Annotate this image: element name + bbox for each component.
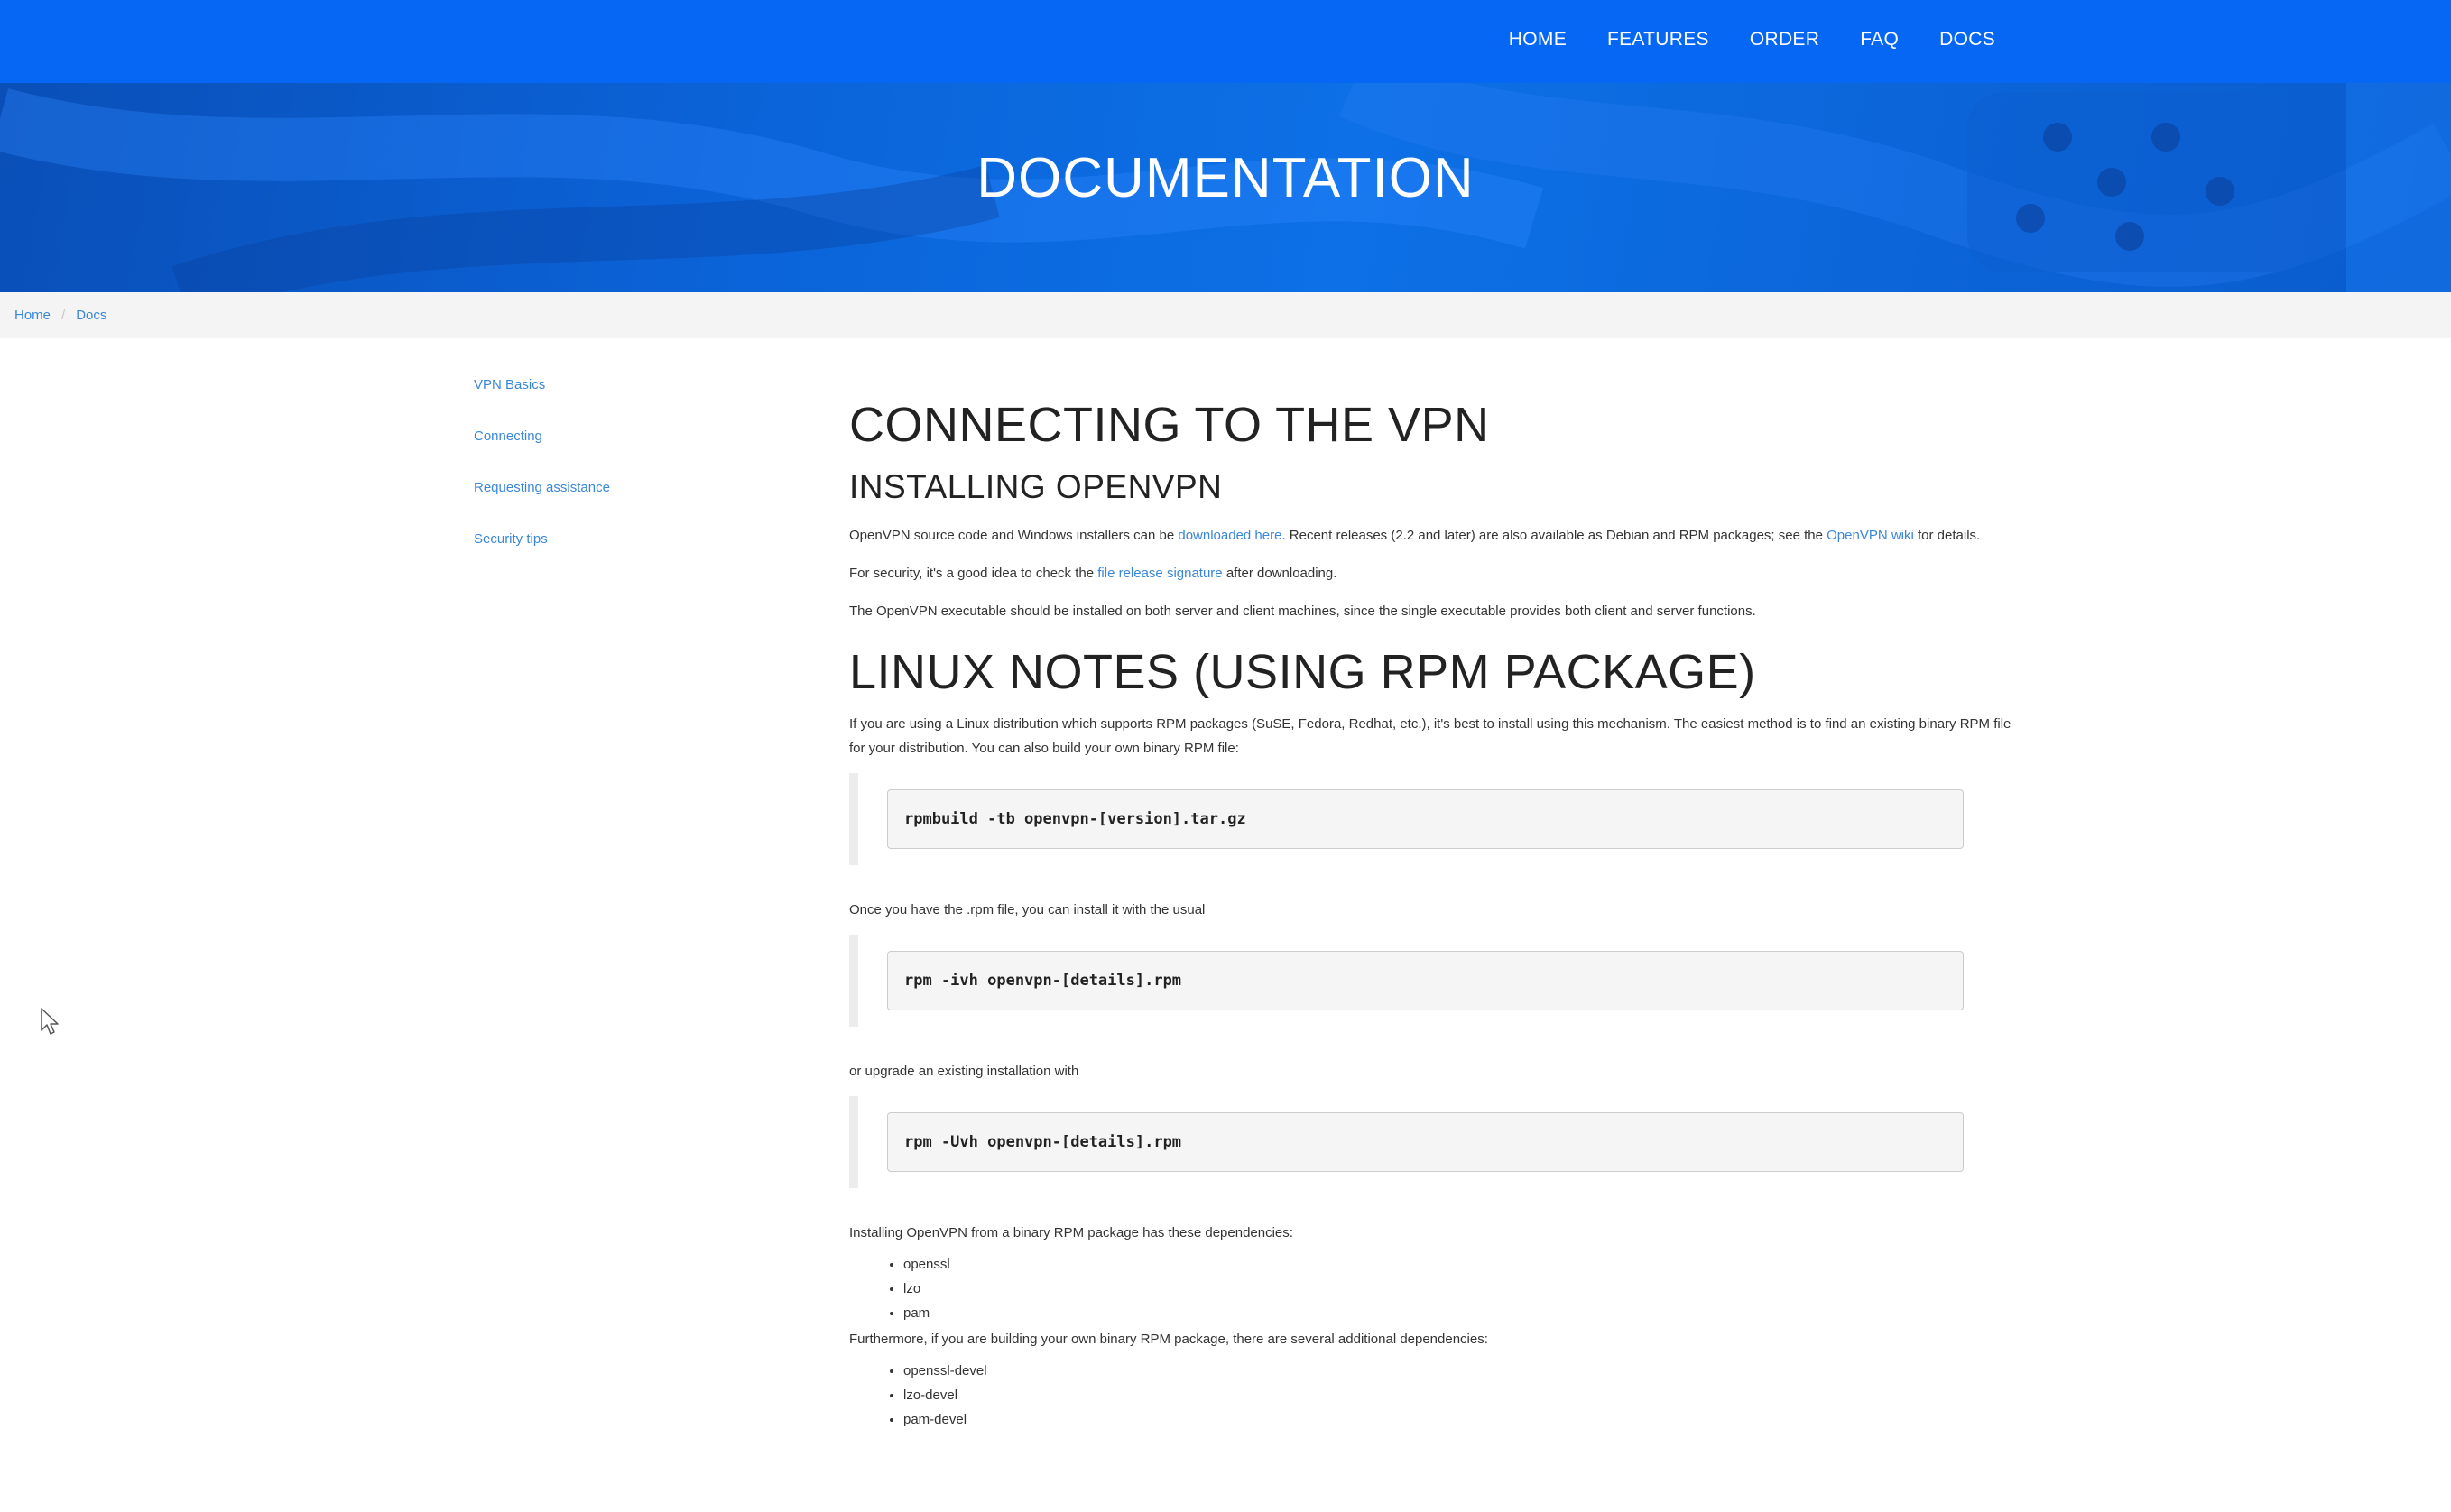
main-nav: HOME FEATURES ORDER FAQ DOCS [1509, 0, 1995, 79]
build-dependency-list: openssl-devel lzo-devel pam-devel [849, 1359, 2013, 1432]
text: OpenVPN source code and Windows installe… [849, 528, 1179, 543]
paragraph-executable: The OpenVPN executable should be install… [849, 604, 1756, 619]
nav-order[interactable]: ORDER [1750, 29, 1819, 51]
code-blockquote: rpm -ivh openvpn-[details].rpm [849, 935, 2013, 1027]
nav-docs[interactable]: DOCS [1939, 29, 1995, 51]
mouse-cursor-icon [41, 1008, 59, 1035]
code-block-rpm-install: rpm -ivh openvpn-[details].rpm [887, 951, 1964, 1010]
breadcrumb-home[interactable]: Home [14, 308, 51, 323]
list-item: pam [903, 1301, 2013, 1325]
paragraph-dependencies: Installing OpenVPN from a binary RPM pac… [849, 1225, 1293, 1240]
list-item: lzo [903, 1277, 2013, 1301]
code-blockquote: rpm -Uvh openvpn-[details].rpm [849, 1096, 2013, 1188]
breadcrumb: Home / Docs [0, 292, 2451, 338]
nav-features[interactable]: FEATURES [1607, 29, 1709, 51]
text: for details. [1913, 528, 1981, 543]
docs-sidebar: VPN Basics Connecting Requesting assista… [474, 377, 610, 583]
list-item: pam-devel [903, 1407, 2013, 1432]
downloaded-here-link[interactable]: downloaded here [1178, 528, 1281, 543]
breadcrumb-separator: / [61, 308, 66, 323]
dependency-list: openssl lzo pam [849, 1252, 2013, 1325]
nav-faq[interactable]: FAQ [1860, 29, 1899, 51]
code-block-rpm-upgrade: rpm -Uvh openvpn-[details].rpm [887, 1112, 1964, 1172]
sidebar-item-connecting[interactable]: Connecting [474, 429, 610, 480]
sidebar-item-requesting-assistance[interactable]: Requesting assistance [474, 480, 610, 531]
text: For security, it's a good idea to check … [849, 566, 1098, 581]
code-block-rpmbuild: rpmbuild -tb openvpn-[version].tar.gz [887, 789, 1964, 849]
nav-home[interactable]: HOME [1509, 29, 1567, 51]
openvpn-wiki-link[interactable]: OpenVPN wiki [1827, 528, 1914, 543]
file-release-signature-link[interactable]: file release signature [1097, 566, 1222, 581]
section-heading-linux: LINUX NOTES (USING RPM PACKAGE) [849, 645, 1756, 699]
text: after downloading. [1222, 566, 1337, 581]
code-blockquote: rpmbuild -tb openvpn-[version].tar.gz [849, 773, 2013, 865]
paragraph-linux-intro: If you are using a Linux distribution wh… [849, 716, 2012, 756]
list-item: lzo-devel [903, 1383, 2013, 1407]
text: . Recent releases (2.2 and later) are al… [1281, 528, 1827, 543]
docs-content: CONNECTING TO THE VPN INSTALLING OPENVPN… [849, 392, 2013, 1434]
sidebar-item-vpn-basics[interactable]: VPN Basics [474, 377, 610, 429]
paragraph-install-rpm: Once you have the .rpm file, you can ins… [849, 902, 1206, 917]
page-title: CONNECTING TO THE VPN [849, 398, 1490, 452]
paragraph-download: OpenVPN source code and Windows installe… [849, 523, 2013, 548]
paragraph-upgrade-rpm: or upgrade an existing installation with [849, 1064, 1079, 1079]
paragraph-signature: For security, it's a good idea to check … [849, 561, 2013, 585]
top-navbar: HOME FEATURES ORDER FAQ DOCS [0, 0, 2451, 83]
section-heading-installing: INSTALLING OPENVPN [849, 468, 1223, 505]
breadcrumb-docs[interactable]: Docs [76, 308, 106, 323]
page-banner-title: DOCUMENTATION [976, 147, 1475, 209]
sidebar-item-security-tips[interactable]: Security tips [474, 531, 610, 583]
page-banner: DOCUMENTATION [0, 83, 2451, 292]
paragraph-build-dependencies: Furthermore, if you are building your ow… [849, 1332, 1488, 1347]
list-item: openssl [903, 1252, 2013, 1277]
list-item: openssl-devel [903, 1359, 2013, 1383]
